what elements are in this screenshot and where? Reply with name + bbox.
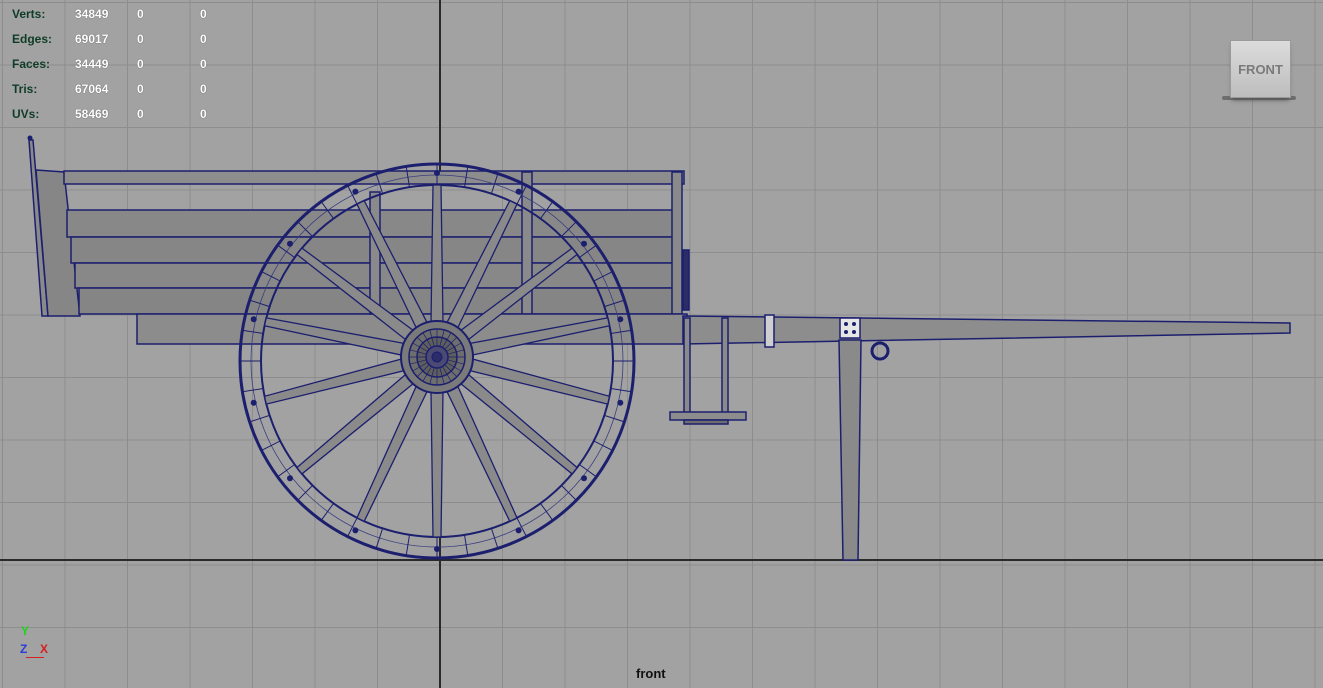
- hud-label: Tris:: [12, 82, 38, 96]
- felloe-segment-line: [593, 440, 613, 451]
- hud-value: 67064: [75, 82, 109, 96]
- wheel-spoke: [430, 184, 444, 324]
- felloe-segment-line: [277, 464, 295, 478]
- poly-count-hud: Verts: 34849 0 0 Edges: 69017 0 0 Faces:…: [12, 2, 230, 127]
- cart-front-stake: [671, 171, 683, 315]
- felloe-segment-line: [320, 503, 334, 521]
- cart-front-bracket: [682, 249, 690, 311]
- rim-bolt: [515, 188, 522, 195]
- hud-value: 0: [137, 82, 144, 96]
- hud-value: 0: [137, 57, 144, 71]
- axis-gizmo: Y Z X: [18, 624, 58, 664]
- hud-value: 0: [137, 7, 144, 21]
- hud-value: 0: [200, 32, 207, 46]
- rim-bolt: [434, 546, 440, 552]
- view-cube-front[interactable]: FRONT: [1230, 40, 1291, 98]
- step-strut-left: [683, 317, 691, 415]
- hud-row-edges: Edges: 69017 0 0: [12, 27, 230, 52]
- hud-value: 0: [137, 107, 144, 121]
- rim-bolt: [352, 527, 359, 534]
- step-plate: [669, 411, 747, 421]
- rim-bolt: [250, 399, 257, 406]
- hud-row-verts: Verts: 34849 0 0: [12, 2, 230, 27]
- hud-value: 69017: [75, 32, 109, 46]
- rim-bolt: [515, 527, 522, 534]
- axis-x-label: X: [40, 642, 49, 656]
- felloe-segment-line: [561, 485, 577, 501]
- axis-x-line: [26, 657, 44, 658]
- camera-name-label: front: [636, 666, 666, 681]
- hud-label: Faces:: [12, 57, 51, 71]
- step-strut-right: [721, 317, 729, 415]
- front-viewport[interactable]: Verts: 34849 0 0 Edges: 69017 0 0 Faces:…: [0, 0, 1323, 688]
- rim-bolt: [287, 240, 293, 247]
- hud-value: 0: [200, 57, 207, 71]
- shaft-block: [839, 317, 861, 339]
- felloe-segment-line: [261, 440, 281, 451]
- hud-value: 34849: [75, 7, 109, 21]
- hud-value: 34449: [75, 57, 109, 71]
- axis-z-label: Z: [20, 642, 28, 656]
- wheel-spoke: [356, 384, 429, 523]
- hud-label: UVs:: [12, 107, 40, 121]
- rim-bolt: [250, 316, 257, 323]
- hud-value: 0: [200, 107, 207, 121]
- wheel-spoke: [430, 390, 444, 538]
- rim-bolt: [617, 399, 624, 406]
- felloe-segment-line: [347, 517, 358, 537]
- hud-value: 58469: [75, 107, 109, 121]
- cart-wheel: [238, 162, 636, 560]
- rim-bolt: [352, 188, 359, 195]
- felloe-segment-line: [540, 503, 554, 521]
- hud-value: 0: [200, 7, 207, 21]
- felloe-segment-line: [347, 185, 358, 205]
- hud-label: Edges:: [12, 32, 53, 46]
- rim-bolt: [287, 475, 293, 482]
- wheel-spoke: [445, 384, 518, 523]
- shaft-ring: [870, 341, 890, 361]
- hud-row-faces: Faces: 34449 0 0: [12, 52, 230, 77]
- support-leg: [838, 339, 862, 561]
- axis-y-label: Y: [21, 624, 30, 638]
- rim-bolt: [617, 316, 624, 323]
- felloe-segment-line: [579, 464, 597, 478]
- shaft-clamp: [764, 314, 775, 348]
- hud-value: 0: [200, 82, 207, 96]
- rim-bolt: [434, 170, 440, 176]
- hud-row-tris: Tris: 67064 0 0: [12, 77, 230, 102]
- rim-bolt: [581, 240, 587, 247]
- hud-value: 0: [137, 32, 144, 46]
- hud-label: Verts:: [12, 7, 46, 21]
- hud-row-uvs: UVs: 58469 0 0: [12, 102, 230, 127]
- rim-bolt: [581, 475, 587, 482]
- felloe-segment-line: [297, 485, 313, 501]
- felloe-segment-line: [516, 517, 527, 537]
